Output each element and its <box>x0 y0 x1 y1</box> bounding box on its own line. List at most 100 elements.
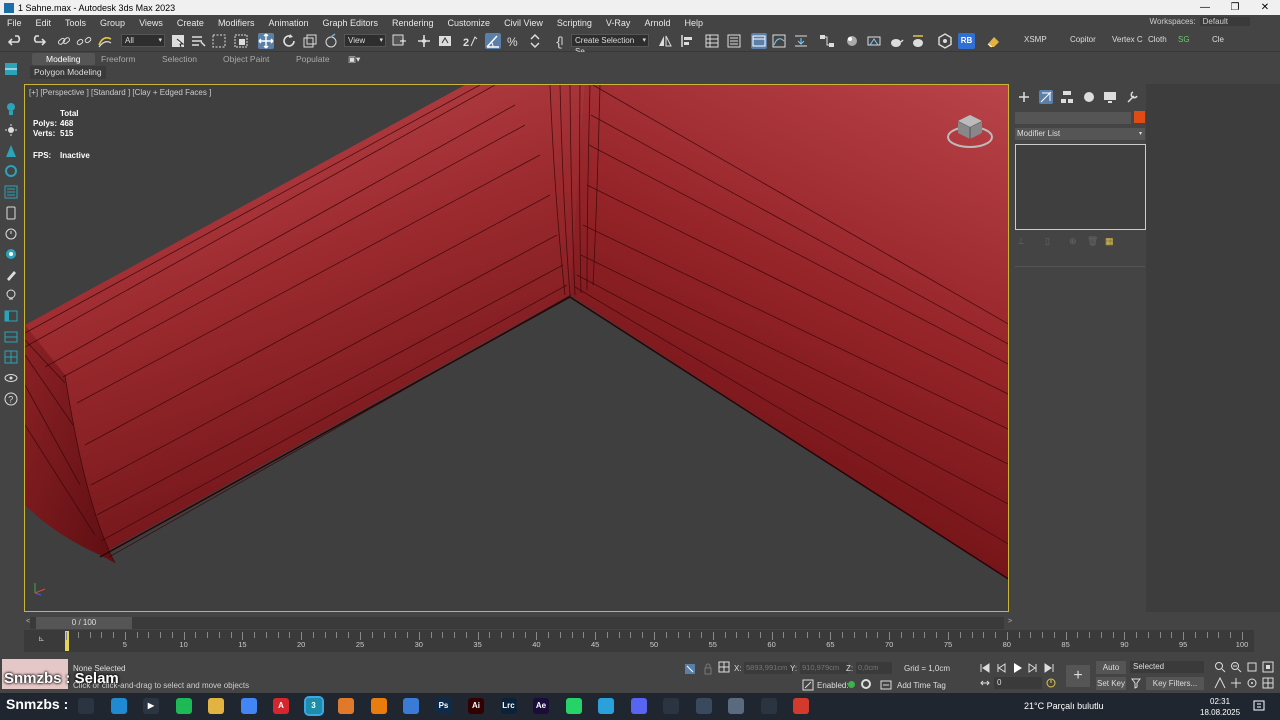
curve-editor-icon[interactable] <box>771 33 787 49</box>
select-by-name-icon[interactable] <box>190 33 206 49</box>
taskbar-app3-icon[interactable] <box>760 698 777 714</box>
reference-coordinate-dropdown[interactable]: View ▾ <box>344 34 386 47</box>
rectangular-selection-icon[interactable] <box>211 33 227 49</box>
taskbar-remote-icon[interactable] <box>663 698 679 714</box>
zoom-extents-icon[interactable] <box>1246 661 1258 673</box>
pan-view-icon[interactable] <box>1230 677 1242 689</box>
notification-icon[interactable] <box>1252 699 1266 713</box>
polygon-modeling-panel[interactable]: Polygon Modeling <box>30 66 106 79</box>
system-clock[interactable]: 02:31 18.08.2025 <box>1200 696 1240 718</box>
taskbar-blender-icon[interactable] <box>370 698 387 714</box>
menu-animation[interactable]: Animation <box>261 18 315 28</box>
tab-modeling[interactable]: Modeling <box>32 53 95 65</box>
next-frame-arrow-icon[interactable]: > <box>1008 618 1012 625</box>
orbit-icon[interactable] <box>1246 677 1258 689</box>
z-coordinate-field[interactable]: 0,0cm <box>856 662 892 674</box>
y-coordinate-field[interactable]: 910,979cm <box>800 662 848 674</box>
prev-frame-arrow-icon[interactable]: < <box>26 618 30 625</box>
taskbar-illustrator-icon[interactable]: Ai <box>468 698 484 714</box>
previous-frame-icon[interactable] <box>996 662 1008 674</box>
pin-stack-icon[interactable]: ⊥ <box>1017 236 1025 247</box>
time-configuration-icon[interactable] <box>1045 677 1057 689</box>
time-slider[interactable]: < 0 / 100 > <box>26 617 1012 629</box>
menu-arnold[interactable]: Arnold <box>637 18 677 28</box>
taskbar-app4-icon[interactable] <box>793 698 809 714</box>
scene-explorer-icon[interactable] <box>704 33 720 49</box>
mirror-icon[interactable] <box>657 33 673 49</box>
make-unique-icon[interactable]: ⊕ <box>1069 236 1077 247</box>
light-icon[interactable] <box>4 102 18 116</box>
maximize-button[interactable]: ❐ <box>1220 0 1250 15</box>
brush-icon[interactable] <box>4 268 18 282</box>
create-tab-icon[interactable] <box>1017 90 1031 104</box>
remove-modifier-icon[interactable]: 🗑 <box>1087 236 1098 247</box>
adaptive-degradation-icon[interactable] <box>802 679 814 691</box>
sg-button[interactable]: SG <box>1178 35 1190 44</box>
viewport-layout-icon[interactable] <box>4 62 18 76</box>
menu-civil-view[interactable]: Civil View <box>497 18 550 28</box>
taskbar-photoshop-icon[interactable]: Ps <box>435 698 452 714</box>
workspaces-dropdown[interactable]: Default <box>1199 17 1250 26</box>
ribbon-options-icon[interactable]: ▣▾ <box>348 53 360 65</box>
spinner-snap-icon[interactable] <box>527 33 543 49</box>
sun-icon[interactable] <box>4 123 18 137</box>
eye-icon[interactable] <box>4 371 18 385</box>
toggle-ribbon-icon[interactable] <box>751 33 767 49</box>
tab-populate[interactable]: Populate <box>296 53 330 65</box>
taskbar-edge-icon[interactable] <box>110 698 127 714</box>
key-filter-icon[interactable] <box>1130 677 1142 689</box>
unlink-icon[interactable] <box>76 33 92 49</box>
menu-help[interactable]: Help <box>677 18 710 28</box>
trackbar[interactable]: ⊾ 5 10 15 20 25 30 35 40 45 50 55 60 65 70 75 80 85 90 95 1… <box>24 630 1254 652</box>
add-time-tag-label[interactable]: Add Time Tag <box>897 681 946 690</box>
field-of-view-icon[interactable] <box>1214 677 1226 689</box>
bulb-icon[interactable] <box>4 288 18 302</box>
select-and-place-icon[interactable] <box>323 33 339 49</box>
display-tab-icon[interactable] <box>1103 90 1117 104</box>
object-color-swatch[interactable] <box>1134 111 1145 123</box>
angle-snap-icon[interactable] <box>485 33 501 49</box>
set-key-button[interactable]: Set Key <box>1096 677 1126 690</box>
minimize-button[interactable]: — <box>1190 0 1220 15</box>
modify-tab-icon[interactable] <box>1039 90 1053 104</box>
taskbar-chrome-icon[interactable] <box>240 698 257 714</box>
zoom-icon[interactable] <box>1214 661 1226 673</box>
absolute-mode-icon[interactable] <box>718 661 730 673</box>
rotate-view-icon[interactable] <box>4 164 18 178</box>
selection-filter-dropdown[interactable]: All ▾ <box>121 34 165 47</box>
eraser-icon[interactable] <box>985 33 1001 49</box>
material-editor-icon[interactable] <box>844 33 860 49</box>
taskbar-lightroom-icon[interactable]: Lrc <box>500 698 517 714</box>
viewcube-icon[interactable] <box>946 105 994 149</box>
select-and-scale-icon[interactable] <box>302 33 318 49</box>
perspective-viewport[interactable]: [+] [Perspective ] [Standard ] [Clay + E… <box>24 84 1009 612</box>
selected-set-dropdown[interactable]: Selected <box>1130 661 1204 673</box>
zoom-all-icon[interactable] <box>1230 661 1242 673</box>
select-and-rotate-icon[interactable] <box>281 33 297 49</box>
dope-sheet-icon[interactable] <box>793 33 809 49</box>
lock-selection-icon[interactable] <box>702 663 714 675</box>
vray-settings-icon[interactable] <box>937 33 953 49</box>
x-coordinate-field[interactable]: 5893,991cm <box>744 662 792 674</box>
tab-selection[interactable]: Selection <box>162 53 197 65</box>
target-icon[interactable] <box>4 247 18 261</box>
copitor-button[interactable]: Copitor <box>1070 35 1096 44</box>
menu-vray[interactable]: V-Ray <box>599 18 638 28</box>
named-selection-sets-dropdown[interactable]: Create Selection Se▾ <box>571 34 649 56</box>
snaps-toggle-icon[interactable]: 2 <box>462 33 478 49</box>
taskbar-search-icon[interactable] <box>78 698 94 714</box>
cle-button[interactable]: Cle <box>1212 35 1224 44</box>
menu-tools[interactable]: Tools <box>58 18 93 28</box>
menu-create[interactable]: Create <box>170 18 211 28</box>
key-mode-icon[interactable] <box>979 677 991 689</box>
configure-sets-icon[interactable]: ▦ <box>1105 236 1114 247</box>
motion-tab-icon[interactable] <box>1082 90 1096 104</box>
redo-icon[interactable] <box>30 33 46 49</box>
edit-named-selections-icon[interactable]: { <box>553 33 569 49</box>
time-tag-toggle-icon[interactable] <box>861 679 871 689</box>
taskbar-sublime-icon[interactable] <box>338 698 354 714</box>
viewport-label[interactable]: [+] [Perspective ] [Standard ] [Clay + E… <box>29 88 211 97</box>
auto-key-button[interactable]: Auto Key <box>1096 661 1126 685</box>
panel-icon[interactable] <box>4 309 18 323</box>
cloth-button[interactable]: Cloth <box>1148 35 1167 44</box>
